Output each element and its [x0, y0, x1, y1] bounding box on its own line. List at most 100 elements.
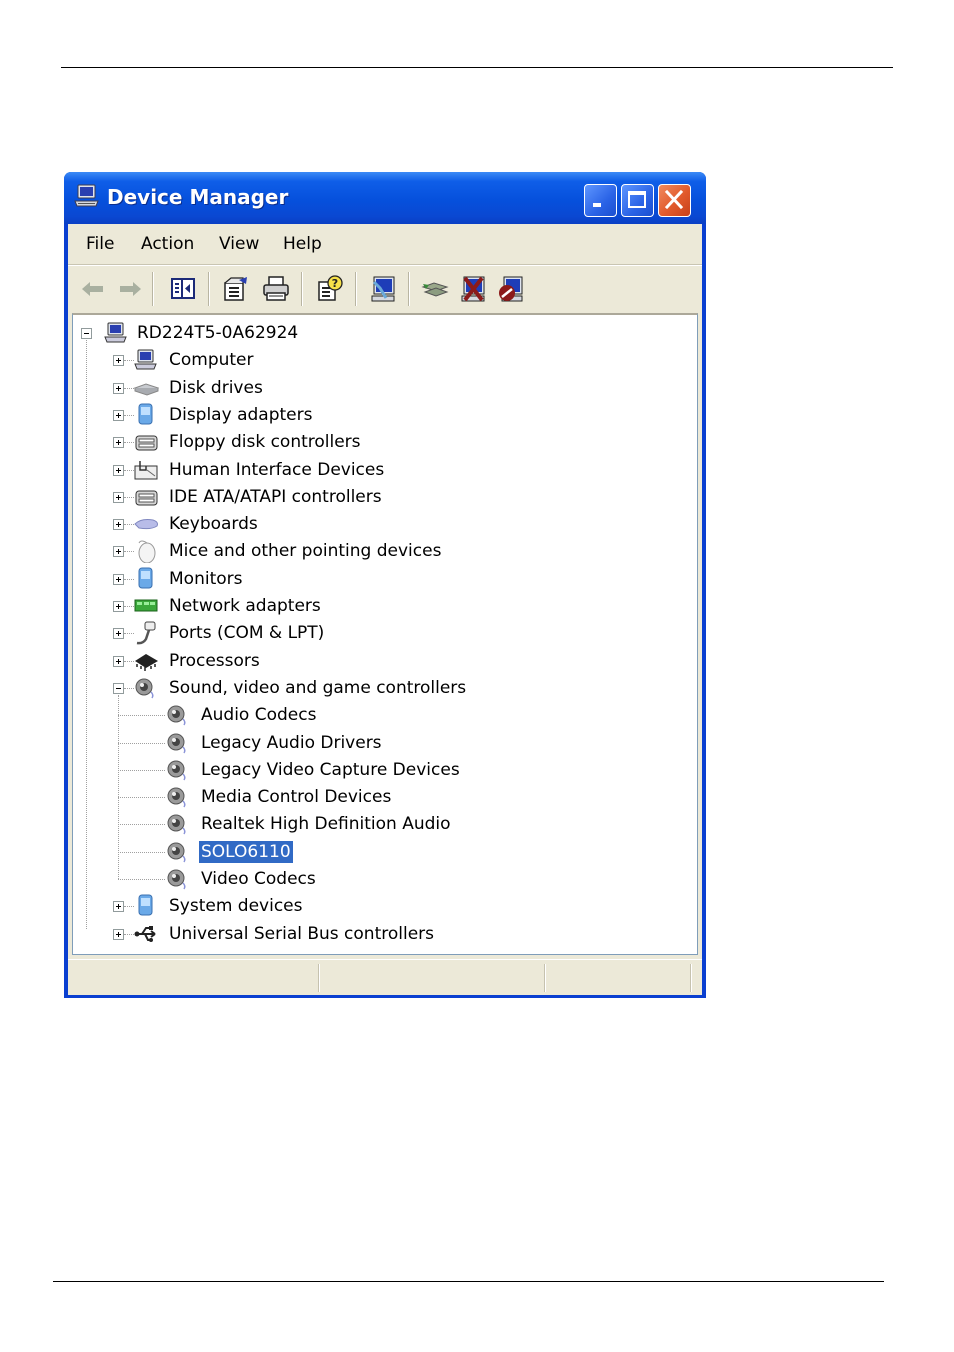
tree-category[interactable]: Display adapters [73, 402, 673, 428]
collapse-toggle[interactable] [81, 328, 92, 339]
tree-device[interactable]: Realtek High Definition Audio [73, 811, 673, 837]
properties-icon[interactable] [221, 274, 251, 304]
processor-icon [133, 649, 159, 673]
tree-connector [118, 797, 165, 799]
hid-icon [133, 458, 159, 482]
tree-device[interactable]: Legacy Audio Drivers [73, 730, 673, 756]
minimize-icon [585, 185, 615, 215]
toolbar: ? [68, 265, 702, 312]
expand-toggle[interactable] [113, 628, 124, 639]
title-bar[interactable]: Device Manager [64, 172, 706, 224]
floppy-controller-icon [133, 430, 159, 454]
tree-root-label: RD224T5-0A62924 [135, 322, 300, 344]
maximize-icon [622, 185, 652, 215]
tree-category[interactable]: Disk drives [73, 375, 673, 401]
tree-connector [118, 770, 165, 772]
expand-toggle[interactable] [113, 519, 124, 530]
tree-category-label: Display adapters [167, 404, 314, 426]
toolbar-separator [408, 272, 409, 306]
update-driver-icon[interactable] [368, 274, 398, 304]
close-button[interactable] [658, 184, 691, 217]
menu-action[interactable]: Action [141, 234, 194, 254]
tree-category[interactable]: Ports (COM & LPT) [73, 620, 673, 646]
keyboard-icon [133, 512, 159, 536]
tree-device-label: Video Codecs [199, 868, 318, 890]
computer-icon [133, 348, 159, 372]
maximize-button[interactable] [621, 184, 654, 217]
tree-device-label-selected: SOLO6110 [199, 841, 293, 863]
expand-toggle[interactable] [113, 492, 124, 503]
tree-category-label: Monitors [167, 568, 244, 590]
collapse-toggle[interactable] [113, 683, 124, 694]
expand-toggle[interactable] [113, 656, 124, 667]
menu-help[interactable]: Help [283, 234, 322, 254]
menu-bar: File Action View Help [68, 224, 702, 265]
tree-category[interactable]: Computer [73, 347, 673, 373]
monitor-icon [133, 567, 159, 591]
tree-category[interactable]: Monitors [73, 566, 673, 592]
expand-toggle[interactable] [113, 901, 124, 912]
expand-toggle[interactable] [113, 574, 124, 585]
expand-toggle[interactable] [113, 437, 124, 448]
device-tree[interactable]: RD224T5-0A62924 Computer Disk drives Displa… [72, 313, 698, 955]
minimize-button[interactable] [584, 184, 617, 217]
tree-root[interactable]: RD224T5-0A62924 [73, 320, 673, 346]
speaker-icon [165, 731, 191, 755]
expand-toggle[interactable] [113, 355, 124, 366]
menu-view[interactable]: View [219, 234, 259, 254]
expand-toggle[interactable] [113, 929, 124, 940]
tree-category-label: Computer [167, 349, 256, 371]
tree-device-label: Media Control Devices [199, 786, 393, 808]
tree-category[interactable]: Processors [73, 648, 673, 674]
port-icon [133, 621, 159, 645]
tree-category[interactable]: Mice and other pointing devices [73, 538, 673, 564]
speaker-icon [165, 867, 191, 891]
close-icon [659, 185, 689, 215]
tree-category-label: Mice and other pointing devices [167, 540, 443, 562]
status-pane-3 [546, 964, 691, 992]
expand-toggle[interactable] [113, 601, 124, 612]
tree-category-label: Network adapters [167, 595, 323, 617]
tree-category-label: Disk drives [167, 377, 265, 399]
computer-icon [74, 184, 100, 208]
back-arrow-icon[interactable] [78, 274, 108, 304]
disable-icon[interactable] [496, 274, 526, 304]
status-pane-2 [320, 964, 545, 992]
help-icon[interactable]: ? [315, 274, 345, 304]
tree-device[interactable]: Video Codecs [73, 866, 673, 892]
tree-device[interactable]: Legacy Video Capture Devices [73, 757, 673, 783]
expand-toggle[interactable] [113, 383, 124, 394]
tree-category[interactable]: Human Interface Devices [73, 457, 673, 483]
tree-category[interactable]: Keyboards [73, 511, 673, 537]
expand-toggle[interactable] [113, 410, 124, 421]
tree-device[interactable]: Media Control Devices [73, 784, 673, 810]
tree-category[interactable]: IDE ATA/ATAPI controllers [73, 484, 673, 510]
tree-connector [118, 695, 120, 879]
speaker-icon [165, 703, 191, 727]
tree-category[interactable]: Network adapters [73, 593, 673, 619]
tree-category[interactable]: Universal Serial Bus controllers [73, 921, 673, 947]
tree-category-label: Universal Serial Bus controllers [167, 923, 436, 945]
console-tree-icon[interactable] [168, 274, 198, 304]
tree-device-label: Legacy Video Capture Devices [199, 759, 462, 781]
speaker-icon [165, 840, 191, 864]
tree-category[interactable]: Sound, video and game controllers [73, 675, 673, 701]
tree-connector [118, 824, 165, 826]
toolbar-separator [301, 272, 302, 306]
forward-arrow-icon[interactable] [115, 274, 145, 304]
tree-category[interactable]: System devices [73, 893, 673, 919]
svg-text:?: ? [332, 277, 338, 290]
status-bar [68, 959, 702, 995]
tree-category-label: Ports (COM & LPT) [167, 622, 326, 644]
tree-category-label: Floppy disk controllers [167, 431, 363, 453]
tree-category-label: Processors [167, 650, 262, 672]
tree-category[interactable]: Floppy disk controllers [73, 429, 673, 455]
uninstall-icon[interactable] [458, 274, 488, 304]
expand-toggle[interactable] [113, 546, 124, 557]
expand-toggle[interactable] [113, 465, 124, 476]
scan-hardware-icon[interactable] [420, 274, 450, 304]
printer-icon[interactable] [261, 274, 291, 304]
menu-file[interactable]: File [86, 234, 114, 254]
tree-device[interactable]: SOLO6110 [73, 839, 673, 865]
tree-device[interactable]: Audio Codecs [73, 702, 673, 728]
